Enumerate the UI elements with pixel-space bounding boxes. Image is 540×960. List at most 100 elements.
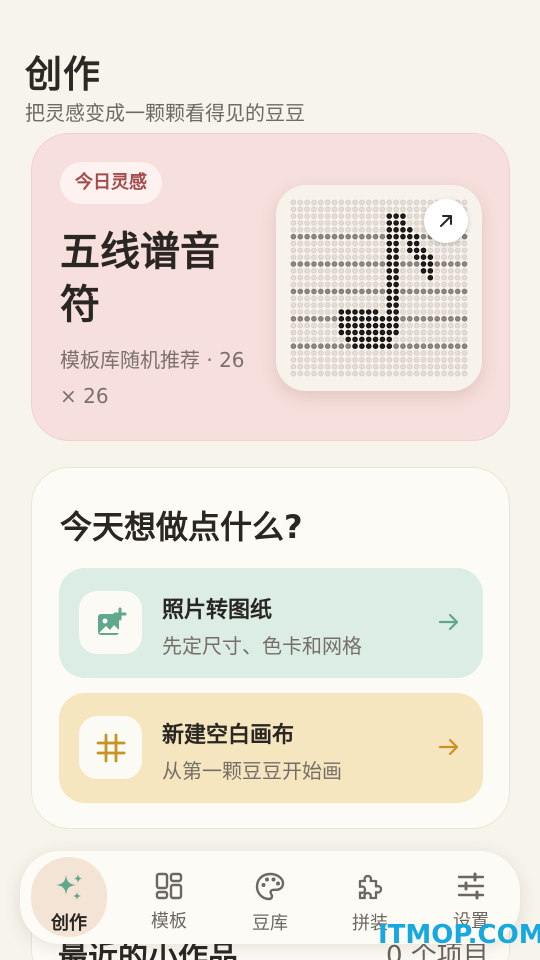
bead [318,220,324,226]
bead [393,274,399,281]
bead [393,295,399,302]
bead [324,370,331,377]
layout-grid-icon [155,872,183,900]
bead [365,281,372,288]
bead [318,343,324,349]
bead [290,370,297,377]
nav-item-bead-library[interactable]: 豆库 [232,857,308,937]
bead [454,288,461,295]
bead [304,288,310,295]
bead [318,268,324,274]
bead [393,206,399,213]
bead [331,220,338,226]
bead [461,350,468,356]
open-template-button[interactable] [424,199,468,243]
bead [386,309,393,315]
bead [420,329,427,336]
bead [448,316,454,322]
bead [304,295,310,302]
bead [448,350,454,356]
bead [297,295,304,302]
bead [441,350,447,356]
bead [311,240,317,247]
bead [454,329,461,336]
bead [365,357,372,363]
bead [420,268,427,274]
bead [372,247,379,254]
bead [386,316,393,322]
watermark: ITMOP.COM [378,920,540,950]
photo-to-pattern-button[interactable]: 照片转图纸 先定尺寸、色卡和网格 [59,568,483,678]
bead [413,199,420,206]
bead [338,240,345,247]
bead [461,295,468,302]
bead [400,240,406,247]
bead [448,288,454,295]
bead [420,295,427,302]
bead [393,233,399,240]
bead [372,309,379,315]
bead [345,227,351,233]
bead [454,322,461,329]
bead [311,316,317,322]
bead [304,227,310,233]
bead [297,213,304,219]
bead [324,206,331,213]
bead [441,370,447,377]
bead [461,261,468,267]
nav-item-create[interactable]: 创作 [31,857,107,937]
bead [393,336,399,343]
bead [448,247,454,254]
bead [365,295,372,302]
bead [338,274,345,281]
bead [318,227,324,233]
bead [311,233,317,240]
bead [359,227,365,233]
bead [345,329,351,336]
bead [441,268,447,274]
bead [304,357,310,363]
bead [297,274,304,281]
pattern-preview[interactable] [276,185,482,391]
bead [297,233,304,240]
bead [441,363,447,370]
bead [365,254,372,260]
bead [434,343,440,349]
bead [365,199,372,206]
bead [331,288,338,295]
bead [304,336,310,343]
bead [345,206,351,213]
bead [318,329,324,336]
bead [318,309,324,315]
bead [331,316,338,322]
bead [379,213,386,219]
bead [365,261,372,267]
bead [393,213,399,219]
bead [331,370,338,377]
bead [311,227,317,233]
bead [420,316,427,322]
nav-item-templates[interactable]: 模板 [131,857,207,937]
bead [324,322,331,329]
bead [304,281,310,288]
bead [393,370,399,377]
bead [434,363,440,370]
bead [352,199,358,206]
bead [318,316,324,322]
bead [324,227,331,233]
bead [427,336,434,343]
bead [372,227,379,233]
bead [461,309,468,315]
bead [379,254,386,260]
new-blank-canvas-button[interactable]: 新建空白画布 从第一颗豆豆开始画 [59,693,483,803]
bead [413,322,420,329]
bead [413,350,420,356]
inspiration-card[interactable]: 今日灵感 五线谱音符 模板库随机推荐 · 26 × 26 [31,133,510,441]
bead [454,336,461,343]
bead [324,199,331,206]
bead [393,329,399,336]
bead [345,336,351,343]
bead [413,261,420,267]
bead [448,343,454,349]
bead [359,350,365,356]
